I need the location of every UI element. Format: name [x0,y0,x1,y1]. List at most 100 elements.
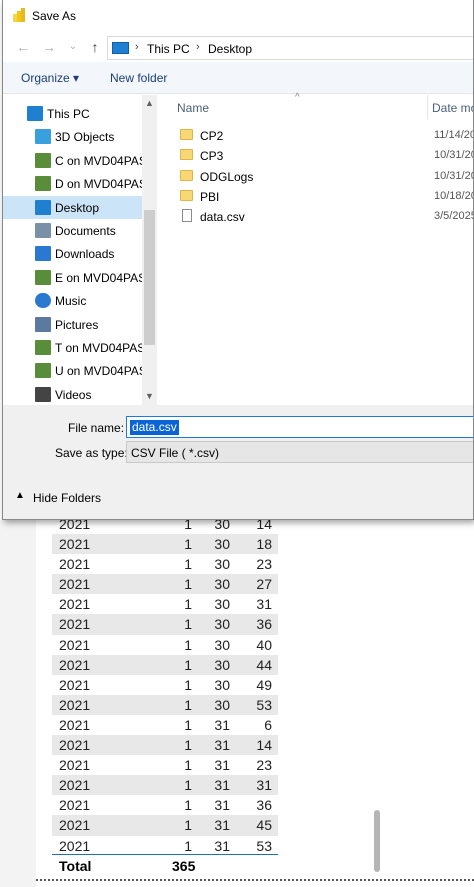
nav-item-pictures[interactable]: Pictures [3,313,142,336]
cell-year: 2021 [59,817,91,834]
download-icon [35,246,51,262]
table-row: 2021 1 30 23 [52,554,278,574]
scroll-down-icon[interactable]: ▼ [144,391,155,401]
cell-day: 31 [214,817,230,834]
cell-month: 1 [184,536,192,553]
cell-year: 2021 [59,576,91,593]
back-arrow-icon[interactable]: ← [14,38,32,56]
cell-value: 53 [256,696,272,713]
file-date: 3/5/2025 [434,210,474,223]
column-divider[interactable] [427,95,428,119]
table-row: 2021 1 30 44 [52,654,278,675]
chevron-right-icon[interactable]: › [196,41,200,53]
folder-icon [180,169,193,181]
cell-day: 31 [214,777,230,794]
dialog-title: Save As [32,9,77,23]
table-scrollbar[interactable] [374,810,380,872]
navigation-bar: ← → ⌄ ↑ › This PC › Desktop [3,32,473,62]
cell-value: 31 [256,777,272,794]
cell-day: 30 [214,616,230,633]
cell-day: 31 [214,757,230,774]
cell-month: 1 [184,616,192,633]
scroll-up-icon[interactable]: ▲ [144,98,155,108]
nav-item-label: Pictures [55,317,99,332]
cell-year: 2021 [59,536,91,553]
file-row[interactable]: CP2 11/14/20 [159,126,473,146]
nav-item-this-pc[interactable]: This PC [3,102,142,125]
cell-day: 30 [214,696,230,713]
table-row: 2021 1 30 49 [52,675,278,695]
address-bar[interactable]: › This PC › Desktop [107,36,473,60]
column-header-name[interactable]: Name [177,101,209,115]
table-row: 2021 1 31 6 [52,715,278,735]
file-name: CP3 [200,149,224,164]
cell-value: 31 [256,596,272,613]
cell-day: 31 [214,837,230,854]
file-row[interactable]: ODGLogs 10/31/20 [159,167,473,187]
nav-item-c-on-mvd04pas[interactable]: C on MVD04PAS [3,149,147,172]
table-row: 2021 1 31 53 [52,836,278,856]
cell-year: 2021 [59,556,91,573]
cell-year: 2021 [59,656,91,673]
chevron-up-icon: ▲ [15,490,25,501]
table-row: 2021 1 30 27 [52,574,278,595]
cell-month: 1 [184,656,192,673]
nav-item-downloads[interactable]: Downloads [3,242,142,265]
cell-value: 27 [256,576,272,593]
table-row: 2021 1 31 36 [52,795,278,815]
nav-item-desktop[interactable]: Desktop [3,195,142,219]
folder-icon [180,149,193,161]
file-row[interactable]: CP3 10/31/20 [159,146,473,166]
nav-item-music[interactable]: Music [3,289,142,312]
table-row: 2021 1 30 31 [52,594,278,614]
nav-scroll-thumb[interactable] [144,210,155,345]
cell-day: 30 [214,636,230,653]
table-row: 2021 1 31 31 [52,775,278,796]
table-row: 2021 1 30 40 [52,635,278,655]
cell-day: 30 [214,596,230,613]
folder-icon [180,189,193,201]
nav-item-label: Documents [55,224,116,238]
pc-icon [112,42,129,54]
cell-year: 2021 [59,777,91,794]
organize-button[interactable]: Organize ▾ [21,71,79,85]
file-name: ODGLogs [200,169,254,184]
music-icon [35,293,51,309]
file-row[interactable]: PBI 10/18/20 [159,187,473,207]
cell-month: 1 [184,556,192,573]
cell-month: 1 [184,737,192,754]
nav-item-label: Desktop [55,200,100,215]
nav-item-u-on-mvd04pas[interactable]: U on MVD04PAS [3,359,147,382]
cell-month: 1 [184,716,192,733]
nav-item-documents[interactable]: Documents [3,219,142,242]
nav-item-label: C on MVD04PAS [55,153,147,168]
up-arrow-icon[interactable]: ↑ [86,38,104,56]
cell-day: 31 [214,737,230,754]
recent-chevron-icon[interactable]: ⌄ [64,38,82,56]
cell-value: 53 [256,837,272,854]
column-header-date[interactable]: Date mo [432,101,473,115]
cell-month: 1 [184,837,192,854]
forward-arrow-icon[interactable]: → [40,38,58,56]
hide-folders-label: Hide Folders [33,491,102,505]
nav-item-3d-objects[interactable]: 3D Objects [3,125,142,148]
cell-month: 1 [184,696,192,713]
network-drive-icon [35,340,51,355]
file-name-input[interactable]: data.csv [126,416,473,438]
breadcrumb-this-pc[interactable]: This PC [147,42,190,56]
cell-day: 30 [214,536,230,553]
cell-year: 2021 [59,636,91,653]
nav-item-videos[interactable]: Videos [3,383,142,406]
file-name: data.csv [200,210,245,225]
cell-month: 1 [184,676,192,693]
save-type-select[interactable]: CSV File ( *.csv) [126,441,473,463]
new-folder-button[interactable]: New folder [110,71,167,85]
nav-item-e-on-mvd04pasi[interactable]: E on MVD04PASI [3,266,150,289]
nav-scrollbar[interactable]: ▲ ▼ [142,95,157,405]
breadcrumb-desktop[interactable]: Desktop [208,42,252,56]
nav-item-t-on-mvd04pas[interactable]: T on MVD04PAS [3,336,145,359]
file-row[interactable]: data.csv 3/5/2025 [159,207,474,227]
chevron-right-icon[interactable]: › [135,41,139,53]
nav-item-d-on-mvd04pas[interactable]: D on MVD04PAS [3,172,147,195]
cell-month: 1 [184,797,192,814]
